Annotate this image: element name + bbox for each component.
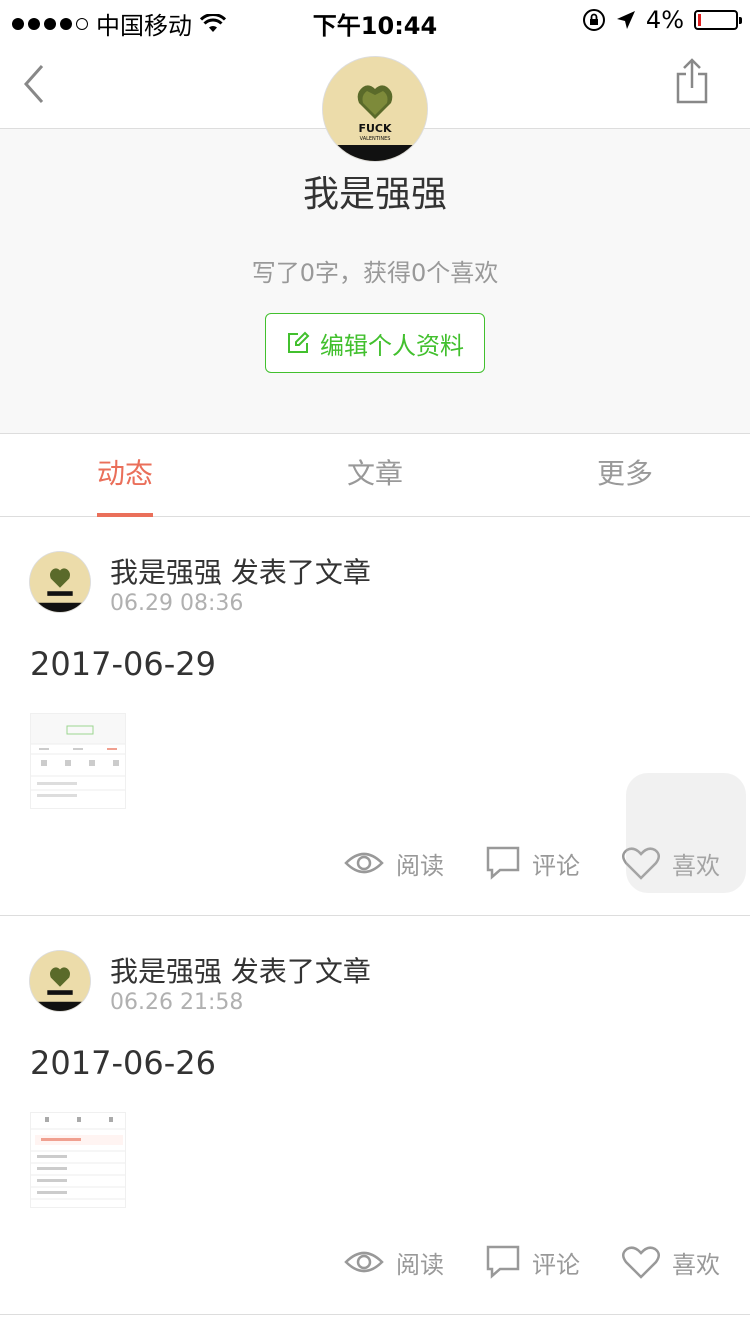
- profile-name: 我是强强: [302, 174, 447, 215]
- read-action[interactable]: 阅读: [344, 846, 444, 881]
- like-action[interactable]: 喜欢: [622, 1245, 720, 1280]
- edit-profile-label: 编辑个人资料: [320, 331, 464, 360]
- feed-avatar[interactable]: [30, 951, 90, 1011]
- eye-icon: [344, 852, 384, 874]
- comment-action[interactable]: 评论: [486, 1245, 580, 1280]
- comment-icon: [486, 1245, 520, 1279]
- status-bar: 中国移动 下午10:44 4%: [0, 0, 750, 40]
- heart-icon: [622, 1246, 660, 1279]
- profile-tabs: 动态 文章 更多: [0, 434, 750, 517]
- edit-icon: [288, 331, 310, 353]
- avatar-text: FUCK: [358, 122, 392, 135]
- feed-user-line: 我是强强 发表了文章: [110, 556, 371, 589]
- feed-thumbnail[interactable]: [30, 1112, 126, 1208]
- tab-more[interactable]: 更多: [500, 434, 750, 516]
- feed-title[interactable]: 2017-06-26: [30, 1044, 216, 1082]
- edit-profile-button[interactable]: 编辑个人资料: [265, 313, 485, 373]
- profile-stats: 写了0字，获得0个喜欢: [251, 259, 499, 287]
- tab-label: 动态: [96, 457, 153, 490]
- share-icon[interactable]: [674, 58, 710, 104]
- comment-label: 评论: [532, 851, 580, 880]
- feed-user-line: 我是强强 发表了文章: [110, 955, 371, 988]
- feed-title[interactable]: 2017-06-29: [30, 645, 216, 683]
- feed-actions: 阅读 评论 喜欢: [344, 1242, 720, 1282]
- assistive-touch-overlay[interactable]: [626, 773, 746, 893]
- tab-label: 更多: [596, 457, 653, 490]
- feed-item[interactable]: 我是强强 发表了文章 06.26 21:58 2017-06-26 阅读 评论 …: [0, 916, 750, 1315]
- like-label: 喜欢: [672, 1250, 720, 1279]
- read-label: 阅读: [396, 851, 444, 880]
- comment-action[interactable]: 评论: [486, 846, 580, 881]
- location-arrow-icon: [616, 11, 635, 29]
- status-right: 4%: [582, 6, 742, 34]
- tab-label: 文章: [346, 457, 403, 490]
- feed-time: 06.26 21:58: [110, 990, 244, 1015]
- eye-icon: [344, 1251, 384, 1273]
- tab-articles[interactable]: 文章: [250, 434, 500, 516]
- feed-avatar[interactable]: [30, 552, 90, 612]
- read-action[interactable]: 阅读: [344, 1245, 444, 1280]
- chevron-left-icon[interactable]: [22, 64, 46, 104]
- battery-percent: 4%: [645, 6, 684, 34]
- rotation-lock-icon: [582, 9, 605, 31]
- battery-icon: [694, 10, 742, 30]
- tab-dynamic[interactable]: 动态: [0, 434, 250, 517]
- feed-thumbnail[interactable]: [30, 713, 126, 809]
- avatar-subtext: VALENTINES: [360, 136, 391, 142]
- profile-section: 我是强强 写了0字，获得0个喜欢 编辑个人资料: [0, 129, 750, 434]
- feed-time: 06.29 08:36: [110, 591, 244, 616]
- read-label: 阅读: [396, 1250, 444, 1279]
- comment-label: 评论: [532, 1250, 580, 1279]
- comment-icon: [486, 846, 520, 880]
- profile-avatar[interactable]: FUCK VALENTINES: [323, 57, 427, 161]
